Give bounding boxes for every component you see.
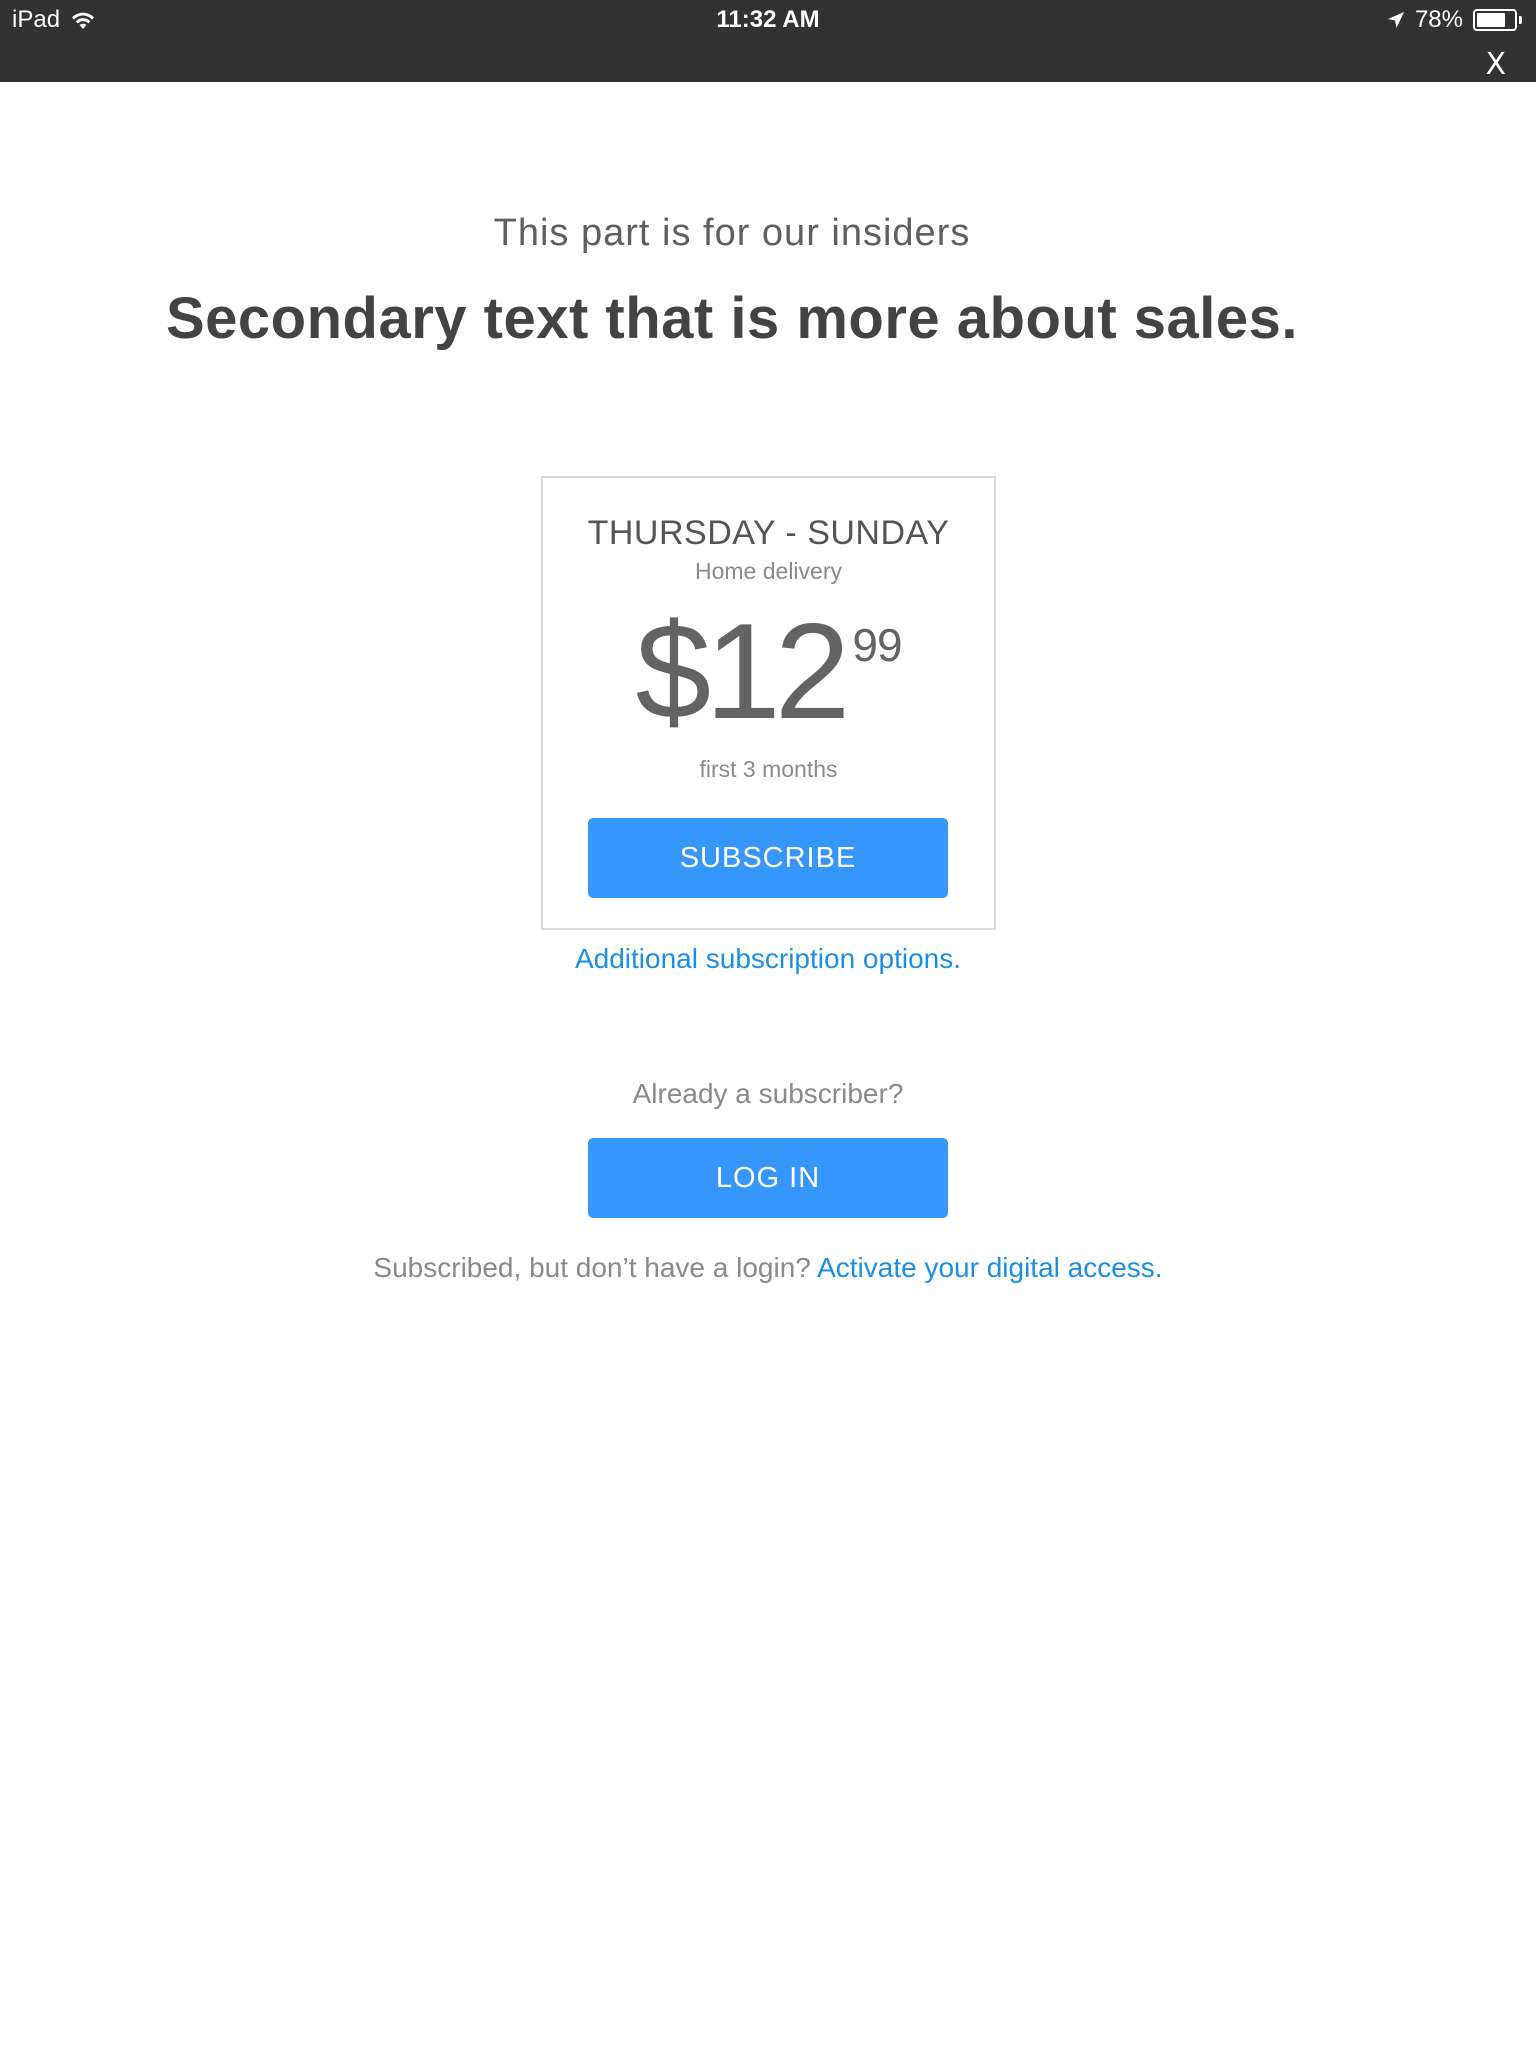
status-right: 78% bbox=[1387, 6, 1522, 34]
location-arrow-icon bbox=[1387, 12, 1404, 28]
offer-title: THURSDAY - SUNDAY bbox=[587, 514, 950, 552]
login-button[interactable]: LOG IN bbox=[588, 1138, 948, 1218]
subscribe-button[interactable]: SUBSCRIBE bbox=[588, 818, 948, 898]
status-bar: iPad 11:32 AM 78% X bbox=[0, 0, 1536, 82]
offer-price: $12 99 bbox=[543, 595, 994, 747]
price-cents: 99 bbox=[852, 619, 902, 671]
activate-link[interactable]: Activate your digital access. bbox=[817, 1252, 1163, 1283]
close-icon[interactable]: X bbox=[1485, 50, 1506, 80]
battery-percent: 78% bbox=[1414, 6, 1463, 33]
additional-options-link[interactable]: Additional subscription options. bbox=[575, 943, 961, 974]
eyebrow-text: This part is for our insiders bbox=[493, 212, 971, 254]
already-subscriber-text: Already a subscriber? bbox=[632, 1078, 904, 1109]
activate-prompt: Subscribed, but don’t have a login? bbox=[373, 1252, 811, 1283]
headline: Secondary text that is more about sales. bbox=[165, 286, 1299, 351]
offer-term: first 3 months bbox=[699, 756, 838, 782]
offer-subtitle: Home delivery bbox=[695, 558, 842, 584]
paywall-page: iPad 11:32 AM 78% X This part is for our… bbox=[0, 0, 1536, 2048]
battery-icon bbox=[1473, 9, 1522, 31]
activate-row: Subscribed, but don’t have a login? Acti… bbox=[0, 1252, 1536, 1284]
additional-options-row: Additional subscription options. bbox=[0, 943, 1536, 975]
offer-card: THURSDAY - SUNDAY Home delivery $12 99 fi… bbox=[541, 476, 996, 930]
price-dollars: $12 bbox=[635, 595, 850, 747]
status-time: 11:32 AM bbox=[716, 6, 820, 33]
